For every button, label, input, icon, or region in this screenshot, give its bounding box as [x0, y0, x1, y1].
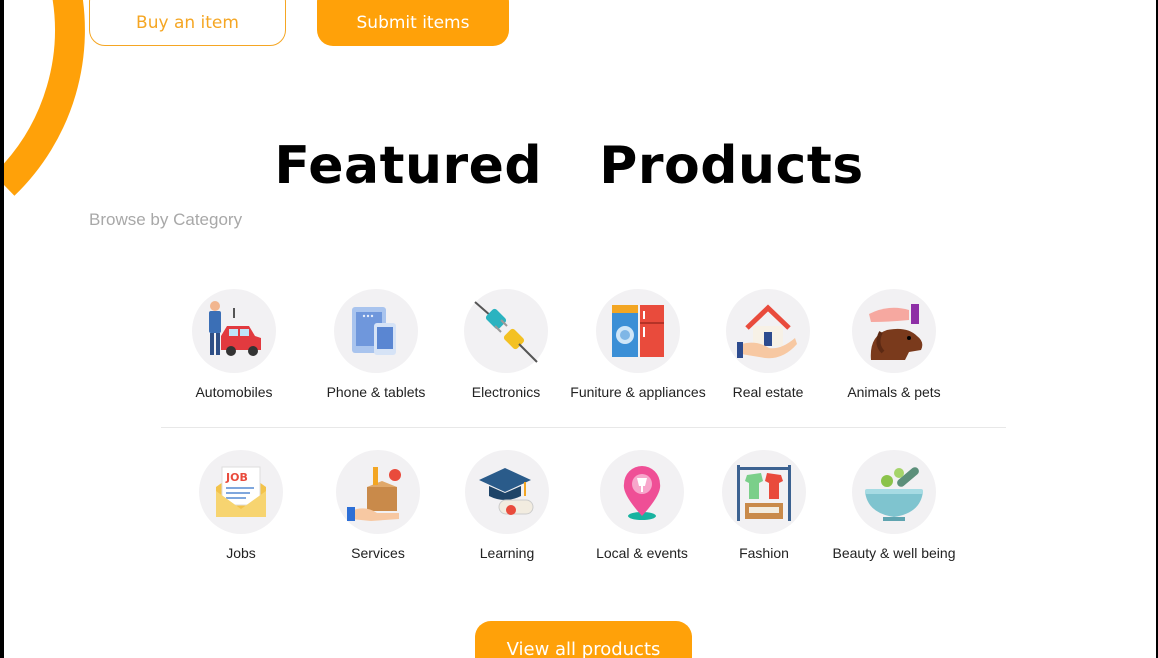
category-jobs[interactable]: JOB Jobs: [161, 450, 321, 562]
dog-hand-icon: [852, 289, 936, 373]
job-envelope-icon: JOB: [199, 450, 283, 534]
location-pin-icon: [600, 450, 684, 534]
plug-icon: [464, 289, 548, 373]
svg-text:JOB: JOB: [225, 471, 248, 484]
category-label: Local & events: [596, 545, 688, 561]
mortar-pestle-icon: [852, 450, 936, 534]
category-divider: [161, 427, 1006, 428]
house-hand-icon: [726, 289, 810, 373]
submit-items-button[interactable]: Submit items: [317, 0, 509, 46]
appliances-icon: [596, 289, 680, 373]
category-label: Phone & tablets: [326, 384, 426, 400]
view-all-products-button[interactable]: View all products: [475, 621, 692, 658]
car-mechanic-icon: [192, 289, 276, 373]
category-beauty-wellbeing[interactable]: Beauty & well being: [814, 450, 974, 562]
clothes-rack-icon: [722, 450, 806, 534]
section-title: Featured Products: [274, 136, 864, 196]
phone-tablet-icon: [334, 289, 418, 373]
section-subtitle: Browse by Category: [89, 210, 243, 229]
category-label: Jobs: [226, 545, 256, 561]
graduation-cap-icon: [465, 450, 549, 534]
category-label: Beauty & well being: [832, 545, 956, 561]
category-label: Learning: [479, 545, 535, 561]
category-label: Funiture & appliances: [570, 384, 706, 400]
category-label: Electronics: [471, 384, 541, 400]
category-label: Fashion: [739, 545, 789, 561]
page: Buy an item Submit items Featured Produc…: [0, 0, 1158, 658]
tools-box-icon: [336, 450, 420, 534]
category-automobiles[interactable]: Automobiles: [154, 289, 314, 401]
category-label: Animals & pets: [847, 384, 941, 400]
category-label: Real estate: [732, 384, 804, 400]
category-label: Services: [351, 545, 405, 561]
category-label: Automobiles: [195, 384, 273, 400]
buy-item-button[interactable]: Buy an item: [89, 0, 286, 46]
category-animals-pets[interactable]: Animals & pets: [814, 289, 974, 401]
